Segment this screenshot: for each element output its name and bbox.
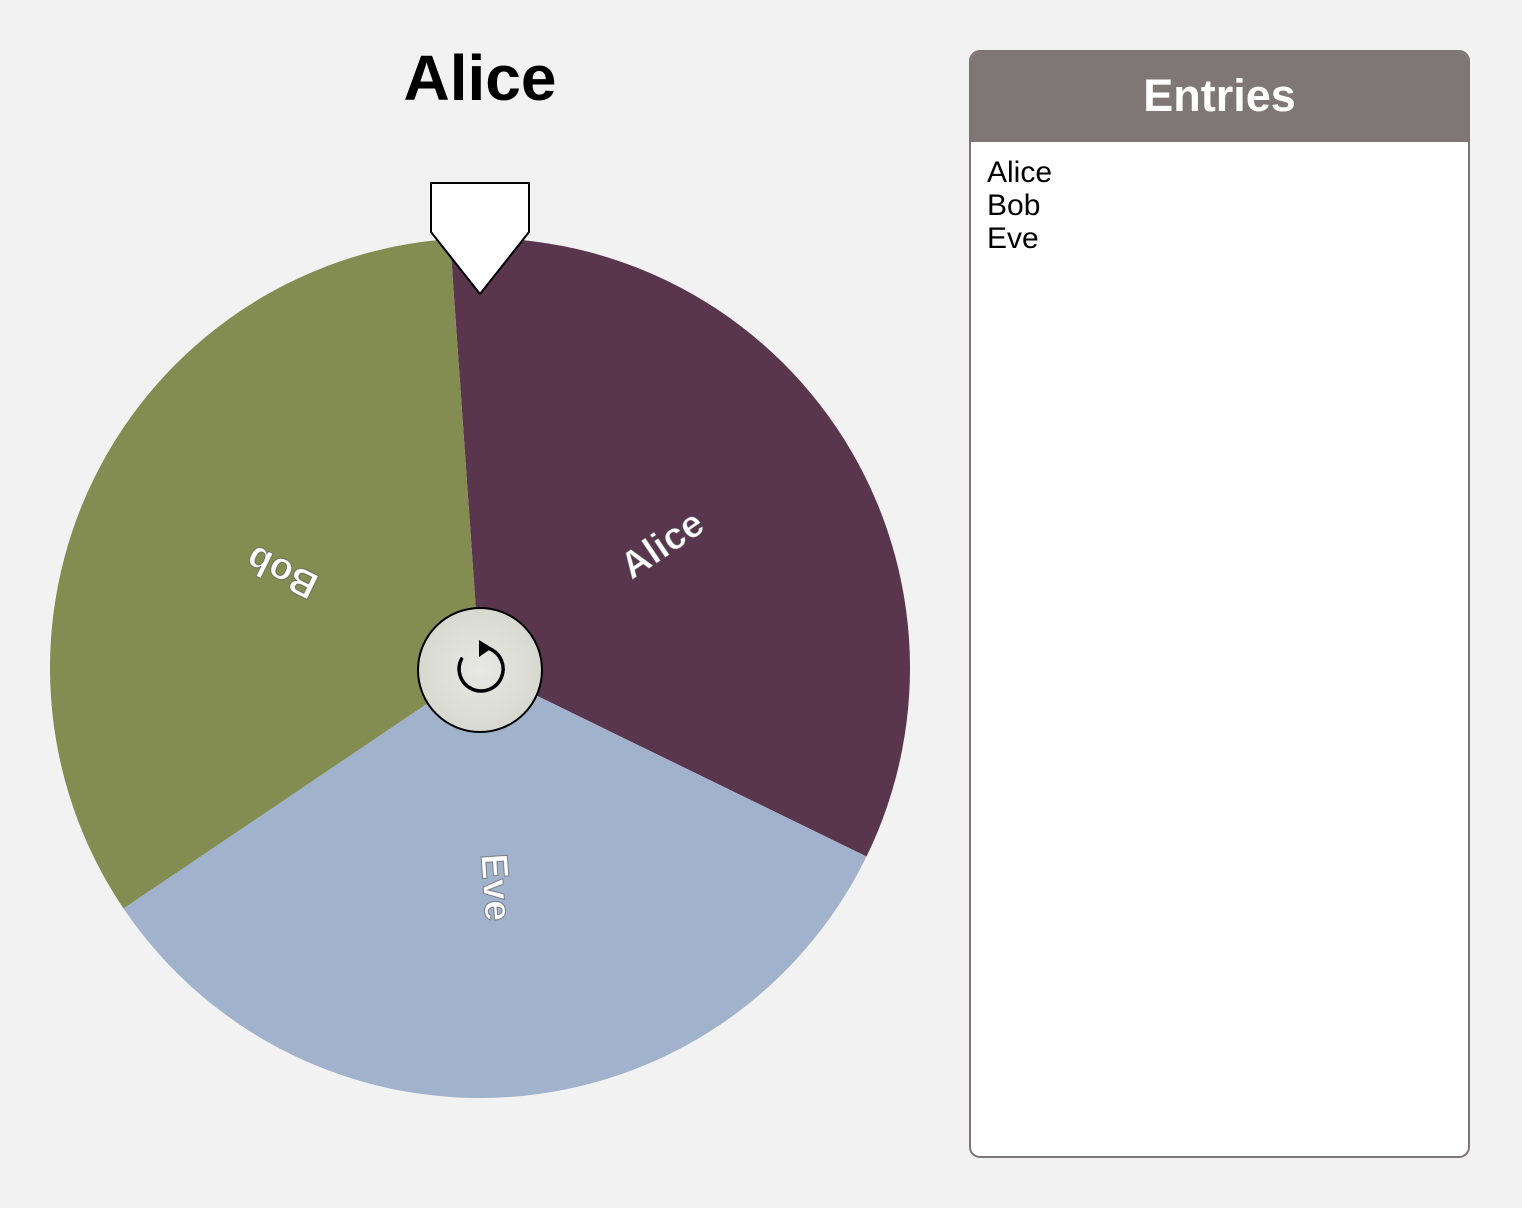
entry-item[interactable]: Alice xyxy=(987,156,1452,189)
entry-item[interactable]: Bob xyxy=(987,189,1452,222)
entry-item[interactable]: Eve xyxy=(987,222,1452,255)
entries-panel: Entries Alice Bob Eve xyxy=(969,50,1470,1158)
entries-list[interactable]: Alice Bob Eve xyxy=(971,142,1468,269)
wheel-label-eve: Eve xyxy=(472,852,519,922)
spin-button[interactable] xyxy=(417,607,543,733)
spin-wheel[interactable]: AliceEveBob xyxy=(0,0,960,1208)
entries-title: Entries xyxy=(971,52,1468,142)
